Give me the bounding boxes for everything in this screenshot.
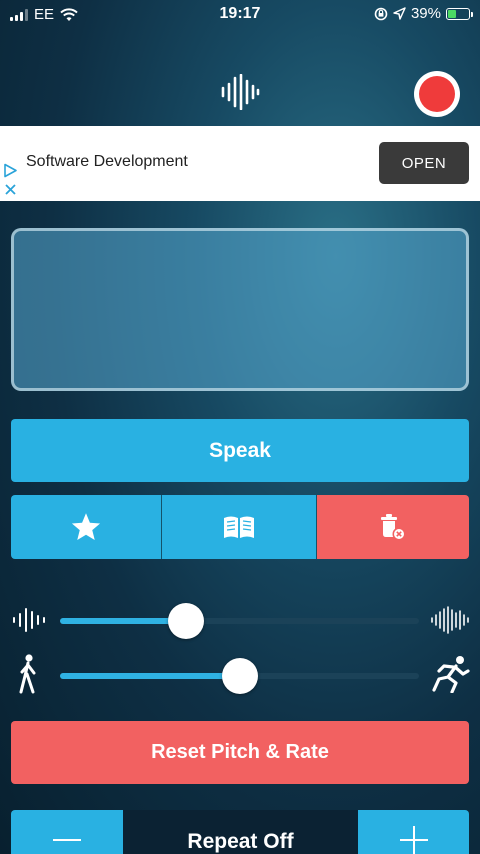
battery-charging-icon bbox=[446, 7, 473, 20]
speech-text-input[interactable] bbox=[11, 228, 469, 391]
repeat-status-label: Repeat Off bbox=[123, 810, 358, 854]
running-icon bbox=[432, 656, 470, 693]
library-button[interactable] bbox=[162, 495, 317, 559]
action-button-row bbox=[11, 495, 469, 559]
ad-close-icon[interactable] bbox=[4, 183, 17, 196]
plus-icon bbox=[399, 826, 428, 854]
walking-icon bbox=[19, 654, 36, 694]
reset-pitch-rate-button[interactable]: Reset Pitch & Rate bbox=[11, 721, 469, 784]
ad-title: Software Development bbox=[26, 153, 188, 170]
pitch-slider-thumb[interactable] bbox=[167, 603, 204, 639]
battery-percent: 39% bbox=[410, 5, 441, 22]
orientation-lock-icon bbox=[374, 7, 388, 20]
speak-button[interactable]: Speak bbox=[11, 419, 469, 482]
ad-choices-icon[interactable] bbox=[3, 163, 18, 178]
trash-icon bbox=[381, 514, 406, 541]
status-right: 39% bbox=[374, 5, 473, 22]
favorite-button[interactable] bbox=[11, 495, 162, 559]
low-pitch-waveform-icon bbox=[13, 608, 45, 632]
rate-slider-thumb[interactable] bbox=[221, 658, 258, 694]
repeat-increase-button[interactable] bbox=[358, 810, 469, 854]
waveform-icon bbox=[221, 74, 260, 110]
repeat-decrease-button[interactable] bbox=[11, 810, 123, 854]
pitch-slider[interactable] bbox=[60, 603, 419, 639]
record-icon bbox=[419, 76, 455, 112]
star-icon bbox=[71, 513, 101, 541]
book-icon bbox=[224, 516, 254, 538]
clear-text-button[interactable] bbox=[317, 495, 469, 559]
record-button[interactable] bbox=[414, 71, 460, 117]
ad-open-button[interactable]: OPEN bbox=[379, 142, 469, 184]
high-pitch-waveform-icon bbox=[431, 606, 469, 634]
repeat-control: Repeat Off bbox=[11, 810, 469, 854]
rate-slider[interactable] bbox=[60, 658, 419, 694]
status-bar: EE 19:17 39% bbox=[0, 0, 480, 30]
location-icon bbox=[393, 7, 406, 20]
minus-icon bbox=[53, 839, 81, 841]
